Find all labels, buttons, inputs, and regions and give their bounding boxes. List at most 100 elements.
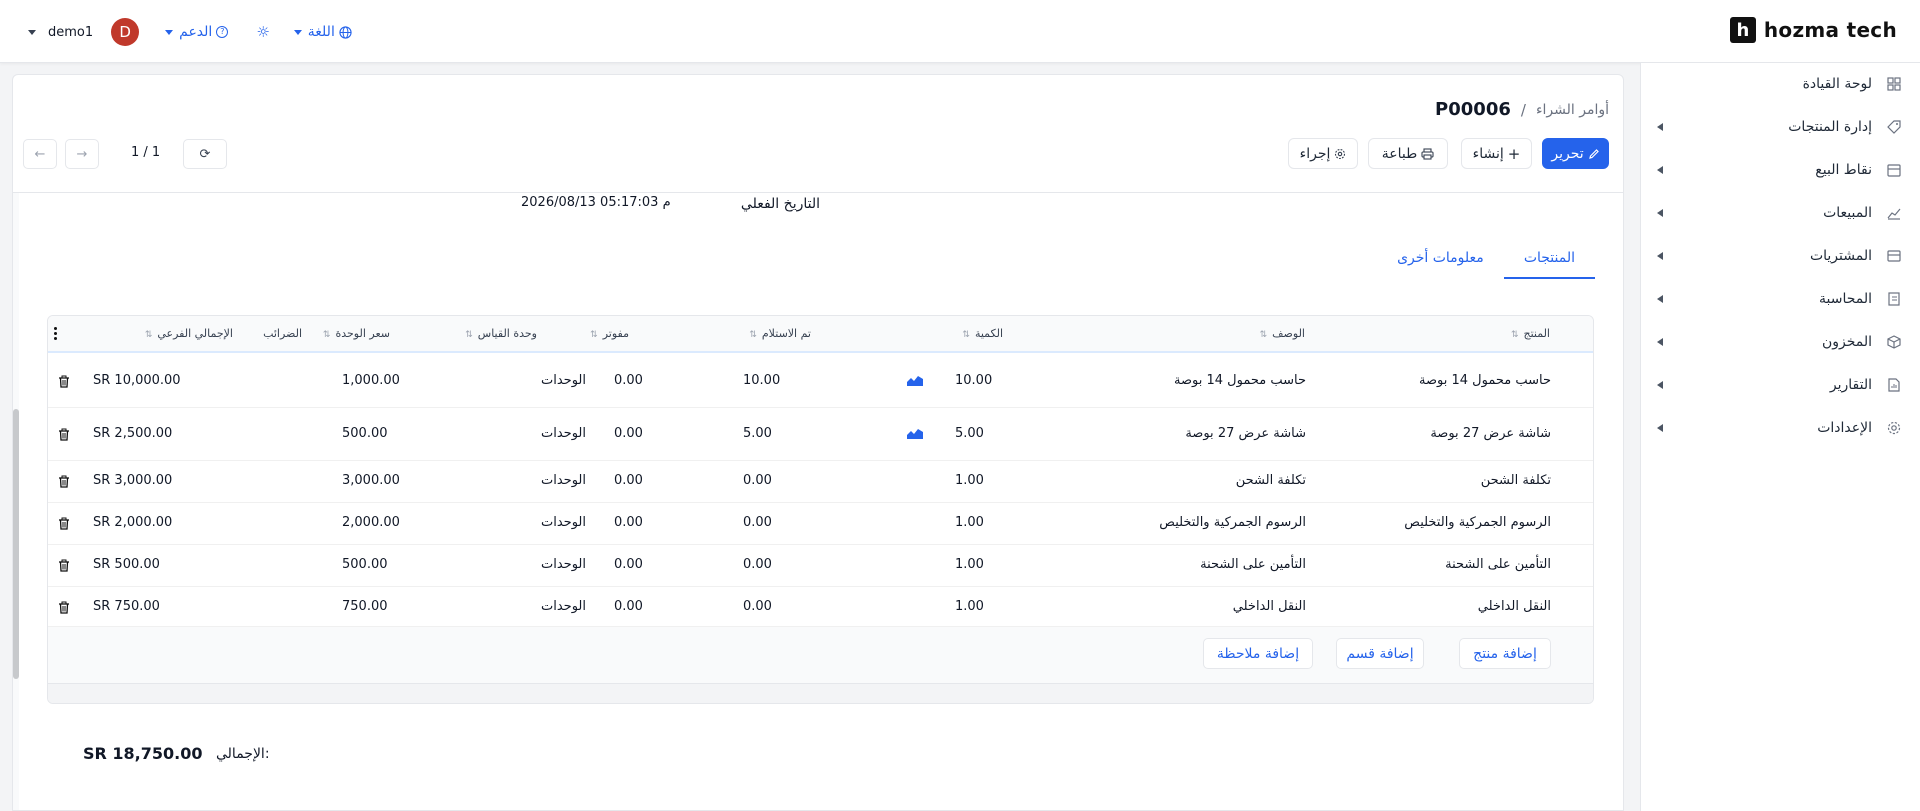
expand-arrow-icon[interactable] bbox=[1657, 252, 1663, 260]
tab-other-info[interactable]: معلومات أخرى bbox=[1377, 243, 1504, 279]
trash-icon[interactable] bbox=[58, 475, 70, 488]
column-header-product[interactable]: المنتج⇅ bbox=[1511, 327, 1550, 340]
expand-arrow-icon[interactable] bbox=[1657, 209, 1663, 217]
expand-arrow-icon[interactable] bbox=[1657, 338, 1663, 346]
column-header-unit-price[interactable]: سعر الوحدة⇅ bbox=[323, 327, 390, 340]
trash-icon[interactable] bbox=[58, 517, 70, 530]
column-header-billed[interactable]: مفوتر⇅ bbox=[590, 327, 629, 340]
cell-received[interactable]: 10.00 bbox=[743, 373, 780, 388]
actual-date-value[interactable]: 2026/08/13 05:17:03 م bbox=[521, 195, 671, 210]
trash-icon[interactable] bbox=[58, 375, 70, 388]
cell-uom[interactable]: الوحدات bbox=[541, 473, 586, 488]
language-menu[interactable]: اللغة bbox=[293, 24, 352, 40]
cell-unit-price[interactable]: 2,000.00 bbox=[342, 515, 400, 530]
sidebar-item-sales[interactable]: المبيعات bbox=[1640, 195, 1920, 231]
cell-received[interactable]: 0.00 bbox=[743, 599, 772, 614]
cell-unit-price[interactable]: 1,000.00 bbox=[342, 373, 400, 388]
sidebar-item-reports[interactable]: التقارير bbox=[1640, 367, 1920, 403]
cell-unit-price[interactable]: 500.00 bbox=[342, 557, 388, 572]
cell-quantity[interactable]: 10.00 bbox=[955, 373, 992, 388]
sidebar-item-products[interactable]: إدارة المنتجات bbox=[1640, 109, 1920, 145]
cell-product[interactable]: تكلفة الشحن bbox=[1481, 473, 1551, 488]
refresh-button[interactable]: ⟳ bbox=[183, 139, 227, 169]
edit-button[interactable]: تحرير bbox=[1542, 138, 1609, 169]
print-button[interactable]: طباعة bbox=[1368, 138, 1448, 169]
cell-received[interactable]: 0.00 bbox=[743, 515, 772, 530]
cell-uom[interactable]: الوحدات bbox=[541, 557, 586, 572]
add-note-button[interactable]: إضافة ملاحظة bbox=[1203, 638, 1313, 669]
trash-icon[interactable] bbox=[58, 601, 70, 614]
tab-products[interactable]: المنتجات bbox=[1503, 243, 1595, 279]
action-button[interactable]: إجراء bbox=[1288, 138, 1358, 169]
cell-product[interactable]: الرسوم الجمركية والتخليص bbox=[1404, 515, 1551, 530]
cell-quantity[interactable]: 1.00 bbox=[955, 473, 984, 488]
sidebar-item-accounting[interactable]: المحاسبة bbox=[1640, 281, 1920, 317]
forecast-chart-icon[interactable] bbox=[907, 375, 923, 386]
table-row[interactable]: التأمين على الشحنة التأمين على الشحنة 1.… bbox=[48, 545, 1593, 587]
table-row[interactable]: شاشة عرض 27 بوصة شاشة عرض 27 بوصة 5.00 5… bbox=[48, 408, 1593, 461]
sidebar-item-purchases[interactable]: المشتريات bbox=[1640, 238, 1920, 274]
cell-uom[interactable]: الوحدات bbox=[541, 373, 586, 388]
column-header-taxes[interactable]: الضرائب bbox=[263, 327, 302, 340]
user-menu[interactable]: demo1 D bbox=[28, 18, 140, 46]
theme-toggle-sun-icon[interactable]: ☼ bbox=[256, 23, 269, 41]
expand-arrow-icon[interactable] bbox=[1657, 381, 1663, 389]
table-row[interactable]: حاسب محمول 14 بوصة حاسب محمول 14 بوصة 10… bbox=[48, 355, 1593, 408]
expand-arrow-icon[interactable] bbox=[1657, 123, 1663, 131]
cell-product[interactable]: شاشة عرض 27 بوصة bbox=[1430, 426, 1551, 441]
column-header-subtotal[interactable]: الإجمالي الفرعي⇅ bbox=[145, 327, 233, 340]
table-row[interactable]: الرسوم الجمركية والتخليص الرسوم الجمركية… bbox=[48, 503, 1593, 545]
cell-received[interactable]: 0.00 bbox=[743, 557, 772, 572]
cell-quantity[interactable]: 1.00 bbox=[955, 515, 984, 530]
sidebar-item-settings[interactable]: الإعدادات bbox=[1640, 410, 1920, 446]
expand-arrow-icon[interactable] bbox=[1657, 166, 1663, 174]
cell-product[interactable]: حاسب محمول 14 بوصة bbox=[1419, 373, 1551, 388]
trash-icon[interactable] bbox=[58, 559, 70, 572]
table-row[interactable]: النقل الداخلي النقل الداخلي 1.00 0.00 0.… bbox=[48, 587, 1593, 627]
column-header-uom[interactable]: وحدة القياس⇅ bbox=[465, 327, 537, 340]
cell-uom[interactable]: الوحدات bbox=[541, 599, 586, 614]
scrollbar-track[interactable] bbox=[13, 193, 19, 810]
breadcrumb-parent-link[interactable]: أوامر الشراء bbox=[1536, 102, 1609, 118]
column-header-description[interactable]: الوصف⇅ bbox=[1260, 327, 1305, 340]
cell-received[interactable]: 5.00 bbox=[743, 426, 772, 441]
column-header-received[interactable]: تم الاستلام⇅ bbox=[749, 327, 811, 340]
add-product-button[interactable]: إضافة منتج bbox=[1459, 638, 1551, 669]
column-options-icon[interactable] bbox=[52, 327, 58, 340]
table-row[interactable]: تكلفة الشحن تكلفة الشحن 1.00 0.00 0.00 ا… bbox=[48, 461, 1593, 503]
cell-description[interactable]: التأمين على الشحنة bbox=[1200, 557, 1306, 572]
cell-uom[interactable]: الوحدات bbox=[541, 515, 586, 530]
cell-quantity[interactable]: 5.00 bbox=[955, 426, 984, 441]
sidebar-item-pos[interactable]: نقاط البيع bbox=[1640, 152, 1920, 188]
cell-quantity[interactable]: 1.00 bbox=[955, 599, 984, 614]
forecast-chart-icon[interactable] bbox=[907, 428, 923, 439]
cell-description[interactable]: شاشة عرض 27 بوصة bbox=[1185, 426, 1306, 441]
brand-logo[interactable]: h hozma tech bbox=[1729, 17, 1897, 43]
sidebar-item-inventory[interactable]: المخزون bbox=[1640, 324, 1920, 360]
cell-unit-price[interactable]: 750.00 bbox=[342, 599, 388, 614]
cell-product[interactable]: النقل الداخلي bbox=[1478, 599, 1551, 614]
column-header-quantity[interactable]: الكمية⇅ bbox=[962, 327, 1003, 340]
cell-quantity[interactable]: 1.00 bbox=[955, 557, 984, 572]
next-record-button[interactable]: → bbox=[65, 139, 99, 169]
cell-product[interactable]: التأمين على الشحنة bbox=[1445, 557, 1551, 572]
cell-received[interactable]: 0.00 bbox=[743, 473, 772, 488]
expand-arrow-icon[interactable] bbox=[1657, 295, 1663, 303]
previous-record-button[interactable]: ← bbox=[23, 139, 57, 169]
cell-unit-price[interactable]: 500.00 bbox=[342, 426, 388, 441]
cell-description[interactable]: الرسوم الجمركية والتخليص bbox=[1159, 515, 1306, 530]
add-section-button[interactable]: إضافة قسم bbox=[1336, 638, 1424, 669]
actual-date-label: التاريخ الفعلي bbox=[740, 196, 820, 212]
avatar[interactable]: D bbox=[111, 18, 140, 46]
scrollbar-thumb[interactable] bbox=[13, 409, 19, 679]
cell-unit-price[interactable]: 3,000.00 bbox=[342, 473, 400, 488]
sidebar-item-dashboard[interactable]: لوحة القيادة bbox=[1640, 66, 1920, 102]
create-button[interactable]: إنشاء + bbox=[1461, 138, 1532, 169]
support-menu[interactable]: الدعم ? bbox=[165, 24, 229, 40]
cell-description[interactable]: النقل الداخلي bbox=[1233, 599, 1306, 614]
cell-uom[interactable]: الوحدات bbox=[541, 426, 586, 441]
cell-description[interactable]: تكلفة الشحن bbox=[1236, 473, 1306, 488]
cell-description[interactable]: حاسب محمول 14 بوصة bbox=[1174, 373, 1306, 388]
trash-icon[interactable] bbox=[58, 428, 70, 441]
expand-arrow-icon[interactable] bbox=[1657, 424, 1663, 432]
